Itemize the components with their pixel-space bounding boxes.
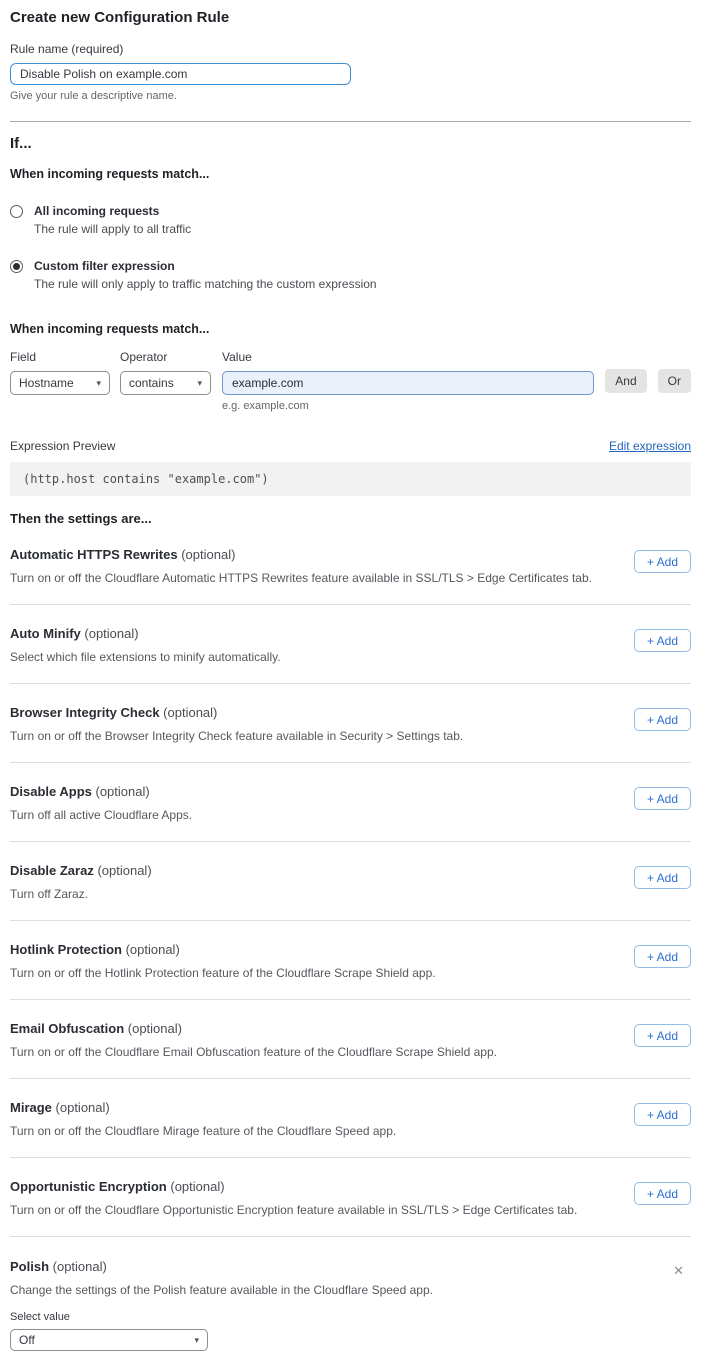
setting-optional-tag: (optional) [97,863,151,878]
chevron-down-icon: ▾ [197,378,202,389]
setting-name: Auto Minify [10,626,81,641]
setting-name: Browser Integrity Check [10,705,160,720]
section-divider [10,121,691,122]
create-configuration-rule-form: Create new Configuration Rule Rule name … [0,0,705,1351]
expression-preview-header: Expression Preview Edit expression [10,439,691,453]
setting-row-polish: ✕ Polish (optional) Change the settings … [10,1237,691,1351]
radio-all-incoming-requests[interactable]: All incoming requests The rule will appl… [10,204,691,236]
polish-select-label: Select value [10,1311,691,1323]
radio-custom-filter-expression[interactable]: Custom filter expression The rule will o… [10,259,691,291]
add-setting-button[interactable]: + Add [634,787,691,810]
or-button[interactable]: Or [658,369,691,393]
add-setting-button[interactable]: + Add [634,945,691,968]
expression-preview-code: (http.host contains "example.com") [10,462,691,496]
setting-name: Mirage [10,1100,52,1115]
value-label: Value [222,350,594,364]
operator-select[interactable]: contains ▾ [120,371,211,395]
setting-row: Automatic HTTPS Rewrites (optional) Turn… [10,526,691,605]
expression-builder-row: Field Hostname ▾ Operator contains ▾ Val… [10,350,691,412]
incoming-requests-match-heading: When incoming requests match... [10,167,691,181]
field-label: Field [10,350,110,364]
add-setting-button[interactable]: + Add [634,629,691,652]
setting-optional-tag: (optional) [128,1021,182,1036]
setting-row: Email Obfuscation (optional) Turn on or … [10,1000,691,1079]
add-setting-button[interactable]: + Add [634,550,691,573]
field-select[interactable]: Hostname ▾ [10,371,110,395]
setting-name: Disable Apps [10,784,92,799]
setting-optional-tag: (optional) [126,942,180,957]
setting-description: Turn on or off the Cloudflare Automatic … [10,571,592,585]
setting-row: Disable Zaraz (optional) Turn off Zaraz.… [10,842,691,921]
setting-description: Turn on or off the Browser Integrity Che… [10,729,463,743]
setting-optional-tag: (optional) [181,547,235,562]
setting-row: Auto Minify (optional) Select which file… [10,605,691,684]
radio-label: All incoming requests [34,204,191,218]
rule-name-label: Rule name (required) [10,42,691,56]
setting-description: Change the settings of the Polish featur… [10,1283,691,1297]
setting-name: Automatic HTTPS Rewrites [10,547,178,562]
value-input[interactable] [222,371,594,395]
setting-description: Turn on or off the Cloudflare Email Obfu… [10,1045,497,1059]
edit-expression-link[interactable]: Edit expression [609,439,691,453]
radio-icon[interactable] [10,260,23,273]
add-setting-button[interactable]: + Add [634,708,691,731]
setting-optional-tag: (optional) [170,1179,224,1194]
and-button[interactable]: And [605,369,646,393]
setting-name: Disable Zaraz [10,863,94,878]
setting-name: Opportunistic Encryption [10,1179,167,1194]
settings-list: Automatic HTTPS Rewrites (optional) Turn… [10,526,691,1237]
rule-name-input[interactable] [10,63,351,85]
setting-name: Hotlink Protection [10,942,122,957]
polish-value-select[interactable]: Off ▾ [10,1329,208,1351]
setting-name: Email Obfuscation [10,1021,124,1036]
setting-description: Select which file extensions to minify a… [10,650,281,664]
radio-icon[interactable] [10,205,23,218]
operator-select-value: contains [129,376,174,390]
field-select-value: Hostname [19,376,74,390]
setting-description: Turn on or off the Hotlink Protection fe… [10,966,436,980]
polish-select-value: Off [19,1333,35,1347]
setting-row: Opportunistic Encryption (optional) Turn… [10,1158,691,1237]
setting-row: Browser Integrity Check (optional) Turn … [10,684,691,763]
close-icon[interactable]: ✕ [673,1264,684,1277]
setting-optional-tag: (optional) [163,705,217,720]
rule-name-helper: Give your rule a descriptive name. [10,90,691,102]
setting-description: Turn on or off the Cloudflare Mirage fea… [10,1124,396,1138]
add-setting-button[interactable]: + Add [634,1182,691,1205]
expression-builder-heading: When incoming requests match... [10,322,691,336]
setting-description: Turn on or off the Cloudflare Opportunis… [10,1203,577,1217]
setting-optional-tag: (optional) [96,784,150,799]
setting-description: Turn off all active Cloudflare Apps. [10,808,192,822]
chevron-down-icon: ▾ [96,378,101,389]
value-helper: e.g. example.com [222,400,594,412]
add-setting-button[interactable]: + Add [634,1024,691,1047]
setting-description: Turn off Zaraz. [10,887,152,901]
if-heading: If... [10,135,691,152]
setting-row: Mirage (optional) Turn on or off the Clo… [10,1079,691,1158]
radio-description: The rule will apply to all traffic [34,222,191,236]
chevron-down-icon: ▾ [194,1335,199,1346]
setting-optional-tag: (optional) [84,626,138,641]
operator-label: Operator [120,350,211,364]
radio-label: Custom filter expression [34,259,377,273]
expression-preview-label: Expression Preview [10,439,115,453]
settings-heading: Then the settings are... [10,511,691,526]
setting-row: Hotlink Protection (optional) Turn on or… [10,921,691,1000]
setting-row: Disable Apps (optional) Turn off all act… [10,763,691,842]
page-title: Create new Configuration Rule [10,9,691,26]
add-setting-button[interactable]: + Add [634,866,691,889]
radio-description: The rule will only apply to traffic matc… [34,277,377,291]
add-setting-button[interactable]: + Add [634,1103,691,1126]
setting-optional-tag: (optional) [56,1100,110,1115]
